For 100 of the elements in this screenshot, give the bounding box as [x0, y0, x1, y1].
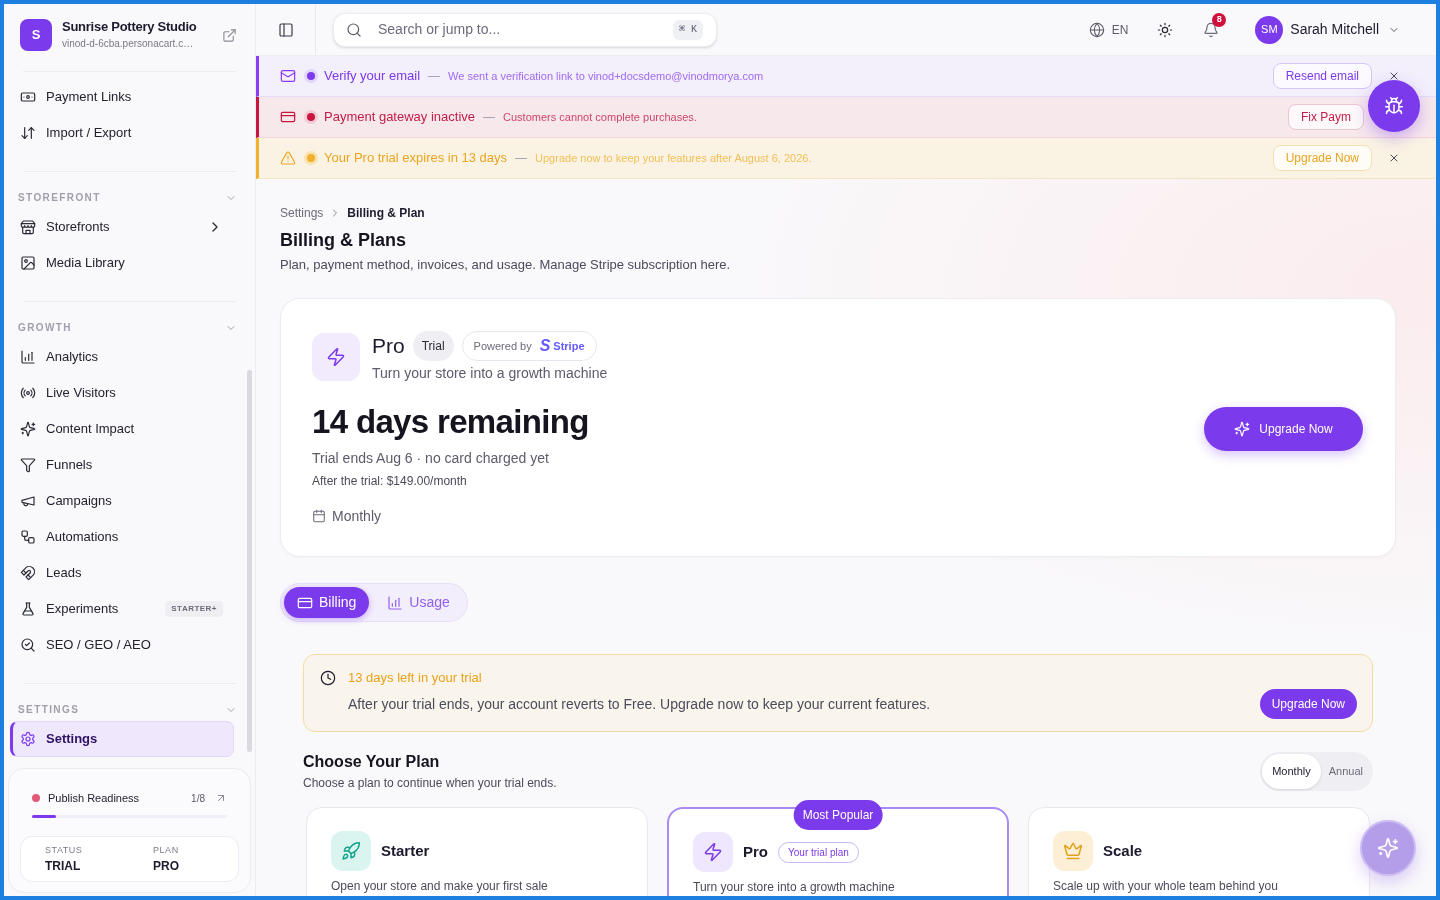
- plan-description: Turn your store into a growth machine: [693, 879, 896, 895]
- plan-badge: STARTER+: [165, 601, 223, 617]
- banner-title: Verify your email: [324, 67, 421, 86]
- banknote-icon: [20, 89, 36, 105]
- banner-title: Your Pro trial expires in 13 days: [324, 149, 508, 168]
- readiness-title: Publish Readiness: [48, 790, 141, 806]
- lightning-icon: [703, 842, 723, 862]
- store-icon: [20, 219, 36, 235]
- broadcast-icon: [20, 385, 36, 401]
- panel-icon: [277, 21, 294, 38]
- flask-icon: [20, 601, 36, 617]
- banner-message: Upgrade now to keep your features after August 6, 2026.: [535, 150, 812, 166]
- open-readiness-button[interactable]: [215, 792, 227, 804]
- bar-chart-icon: [20, 349, 36, 365]
- store-url: vinod-d-6cba.personacart.c…: [62, 37, 195, 51]
- sidebar-item[interactable]: Content Impact: [10, 411, 234, 447]
- banner-message: We sent a verification link to vinod+docsdemo@vinodmorya.com: [448, 68, 764, 84]
- search-check-icon: [20, 637, 36, 653]
- bug-icon: [1384, 96, 1404, 116]
- stat-label: STATUS: [45, 844, 84, 856]
- readiness-count: 1/8: [191, 791, 205, 806]
- open-store-button[interactable]: [222, 27, 237, 43]
- banner-title: Payment gateway inactive: [324, 108, 476, 127]
- status-dot-icon: [304, 151, 318, 165]
- upgrade-button[interactable]: Upgrade Now: [1204, 406, 1363, 451]
- stat-value: PRO: [153, 858, 179, 874]
- stat-label: PLAN: [153, 844, 179, 856]
- sidebar-item[interactable]: SEO / GEO / AEO: [10, 627, 234, 663]
- store-logo: S: [20, 19, 52, 51]
- lightning-icon: [326, 347, 346, 367]
- settings-icon: [20, 731, 36, 747]
- sparkles-icon: [20, 421, 36, 437]
- clock-icon: [320, 670, 336, 686]
- banner-action-button[interactable]: Fix Paym: [1288, 104, 1364, 130]
- sun-icon: [1157, 21, 1174, 38]
- globe-icon: [1088, 21, 1105, 38]
- notice-message: After your trial ends, your account reverts to Free. Upgrade now to keep your current features.: [348, 694, 931, 714]
- sidebar-item[interactable]: Analytics: [10, 339, 234, 375]
- section-subtitle: Choose a plan to continue when your trial ends.: [303, 775, 557, 791]
- sidebar-item[interactable]: Automations: [10, 519, 234, 555]
- page-title: Billing & Plans: [280, 229, 408, 252]
- breadcrumb-link[interactable]: Settings: [280, 205, 324, 221]
- trial-badge: Trial: [412, 331, 454, 361]
- arrow-up-right-icon: [215, 792, 227, 804]
- sidebar-item[interactable]: Live Visitors: [10, 375, 234, 411]
- billing-option[interactable]: Annual: [1320, 753, 1371, 789]
- separator: —: [515, 150, 528, 167]
- sidebar-item[interactable]: Campaigns: [10, 483, 234, 519]
- sidebar-item[interactable]: Settings: [10, 721, 234, 757]
- section-title: Choose Your Plan: [303, 752, 441, 772]
- calendar-icon: [312, 509, 326, 523]
- tab[interactable]: Usage: [373, 587, 464, 618]
- arrows-up-down-icon: [20, 125, 36, 141]
- user-menu[interactable]: SM Sarah Mitchell: [1255, 15, 1400, 44]
- plan-tagline: Turn your store into a growth machine: [372, 364, 608, 383]
- sidebar-item[interactable]: Storefronts: [10, 209, 234, 245]
- sidebar-item[interactable]: Payment Links: [10, 79, 234, 115]
- sidebar-item[interactable]: Import / Export: [10, 115, 234, 151]
- store-name: Sunrise Pottery Studio: [62, 19, 198, 35]
- notification-badge: 8: [1212, 12, 1227, 27]
- bar-chart-icon: [387, 594, 404, 611]
- notice-title: 13 days left in your trial: [348, 670, 483, 686]
- stat-value: TRIAL: [45, 858, 82, 874]
- close-icon: [1388, 70, 1400, 82]
- theme-toggle[interactable]: [1157, 21, 1174, 38]
- breadcrumb-current: Billing & Plan: [347, 205, 425, 221]
- sidebar-item[interactable]: Experiments STARTER+: [10, 591, 234, 627]
- bell-icon: [1203, 21, 1220, 38]
- notifications-button[interactable]: [1203, 21, 1220, 38]
- popular-badge: Most Popular: [793, 800, 883, 830]
- banner-action-button[interactable]: Resend email: [1272, 63, 1372, 89]
- page-subtitle: Plan, payment method, invoices, and usage. Manage Stripe subscription here.: [280, 256, 732, 274]
- close-button[interactable]: [1388, 152, 1400, 164]
- status-dot-icon: [304, 110, 318, 124]
- sidebar-item[interactable]: Funnels: [10, 447, 234, 483]
- language-button[interactable]: EN: [1088, 20, 1129, 39]
- sidebar-item[interactable]: Leads: [10, 555, 234, 591]
- rocket-icon: [341, 841, 361, 861]
- billing-cycle: Monthly: [332, 506, 382, 526]
- billing-option[interactable]: Monthly: [1262, 753, 1321, 789]
- sidebar-toggle-button[interactable]: [277, 21, 294, 38]
- plan-name: Scale: [1103, 840, 1143, 861]
- upgrade-button[interactable]: Upgrade Now: [1259, 689, 1357, 719]
- tab[interactable]: Billing: [284, 587, 370, 618]
- crown-icon: [1063, 841, 1083, 861]
- close-icon: [1388, 152, 1400, 164]
- warning-icon: [280, 150, 296, 166]
- shortcut-hint: ⌘ K: [672, 19, 703, 40]
- search-field[interactable]: Search or jump to...: [378, 19, 673, 40]
- after-trial-price: After the trial: $149.00/month: [312, 473, 468, 489]
- external-link-icon: [222, 27, 237, 43]
- sidebar-item[interactable]: Media Library: [10, 245, 234, 281]
- banner-message: Customers cannot complete purchases.: [503, 109, 697, 125]
- search-bar[interactable]: Search or jump to... ⌘ K: [333, 12, 717, 47]
- separator: —: [428, 68, 441, 85]
- separator: —: [483, 109, 496, 126]
- avatar: SM: [1255, 15, 1284, 44]
- plan-description: Scale up with your whole team behind you: [1053, 878, 1279, 894]
- megaphone-icon: [20, 493, 36, 509]
- image-icon: [20, 255, 36, 271]
